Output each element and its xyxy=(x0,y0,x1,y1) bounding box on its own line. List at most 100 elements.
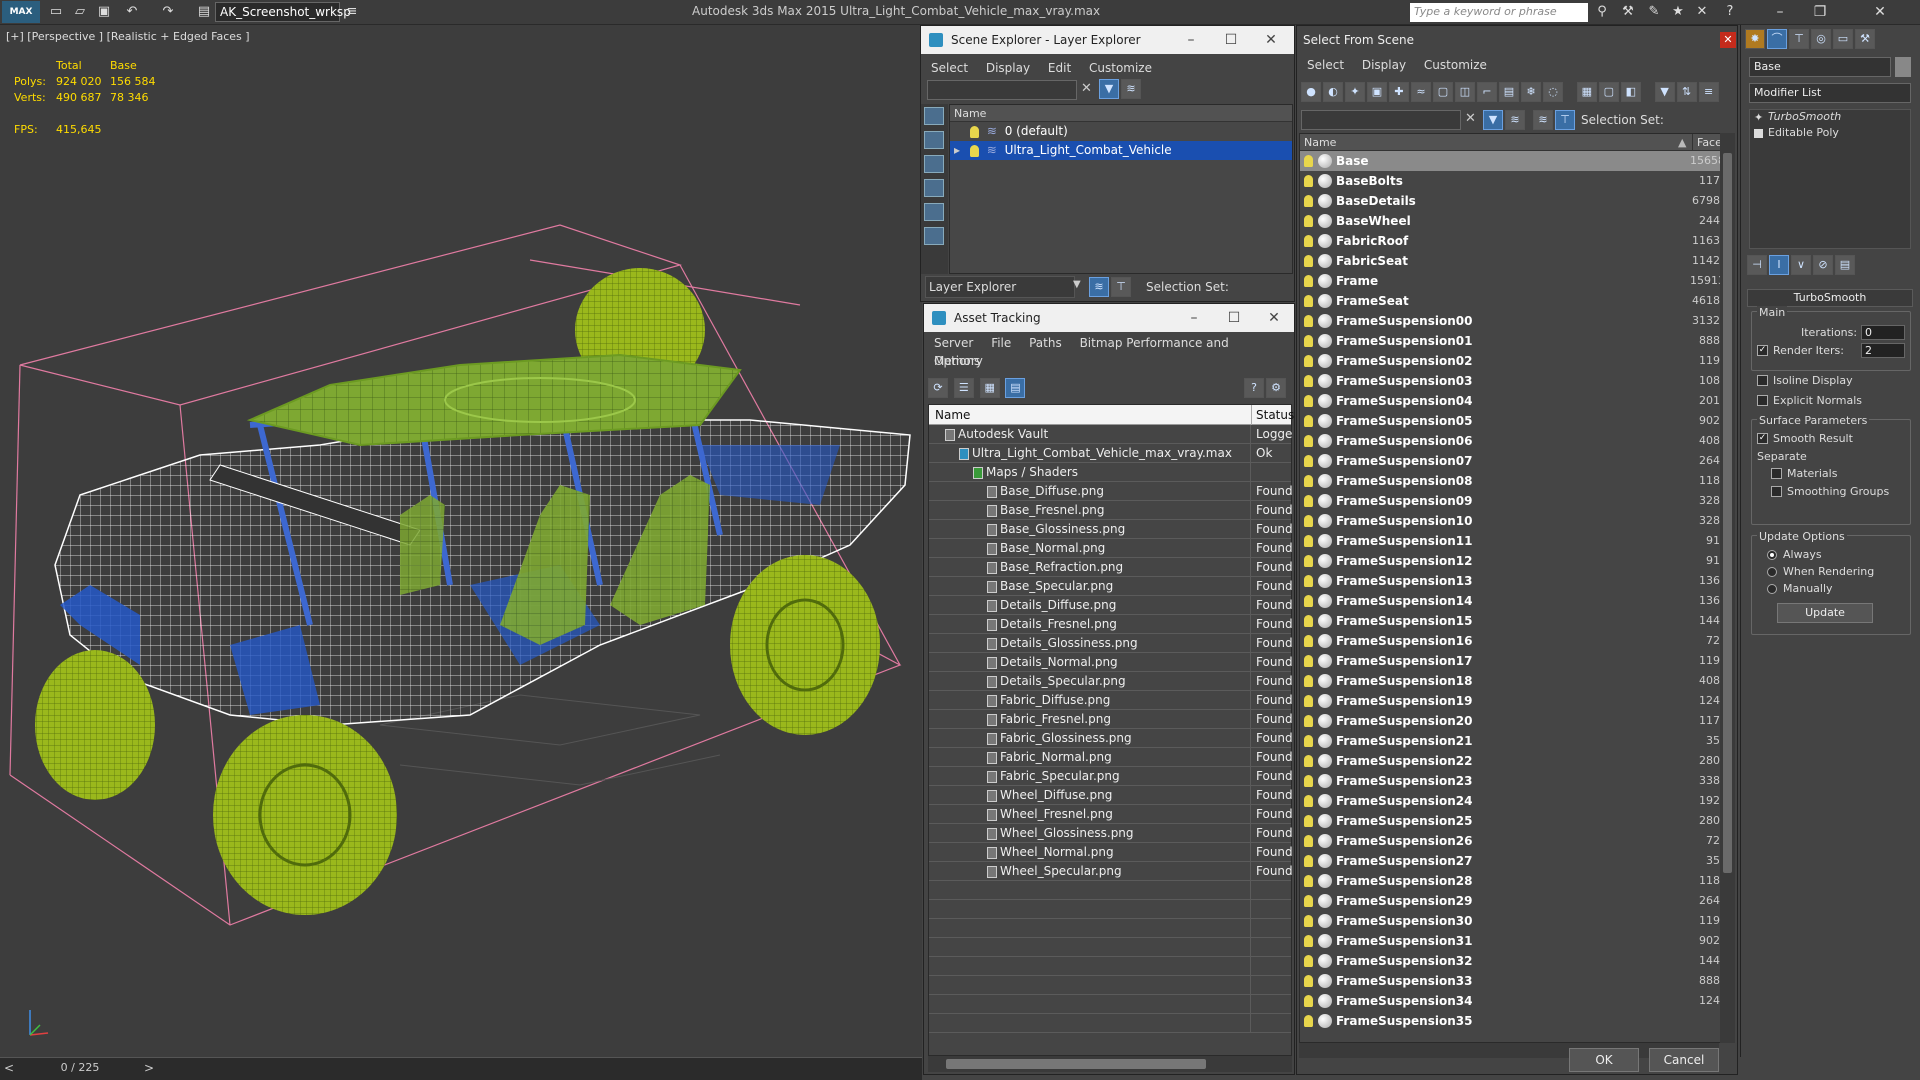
object-row[interactable]: FrameSuspension03 108 xyxy=(1300,371,1734,391)
maximize-button[interactable]: ❐ xyxy=(1800,2,1840,23)
modify-tab-icon[interactable]: ⌒ xyxy=(1767,29,1787,49)
object-row[interactable]: BaseDetails 6798 xyxy=(1300,191,1734,211)
hidden-filter-icon[interactable]: ◌ xyxy=(1543,82,1563,102)
refresh-icon[interactable]: ⟳ xyxy=(928,378,948,398)
object-row[interactable]: FrameSuspension21 35 xyxy=(1300,731,1734,751)
asset-row[interactable]: Details_Fresnel.png Found xyxy=(929,615,1292,634)
spacewarp-filter-icon[interactable]: ≈ xyxy=(1411,82,1431,102)
prev-frame-icon[interactable]: < xyxy=(4,1061,14,1075)
select-invert-icon[interactable]: ◧ xyxy=(1620,82,1641,102)
camera-filter-icon[interactable]: ▣ xyxy=(1367,82,1387,102)
object-row[interactable]: FrameSuspension05 902 xyxy=(1300,411,1734,431)
container-filter-icon[interactable]: ▤ xyxy=(1499,82,1519,102)
light-bulb-icon[interactable] xyxy=(1304,315,1313,327)
frame-counter[interactable]: 0 / 225 xyxy=(40,1061,120,1079)
workspace-dropdown[interactable]: AK_Screenshot_wrksp xyxy=(215,2,351,22)
layer-row-selected[interactable]: ▸ ≋ Ultra_Light_Combat_Vehicle xyxy=(950,141,1292,160)
light-bulb-icon[interactable] xyxy=(1304,675,1313,687)
object-row[interactable]: FrameSuspension34 124 xyxy=(1300,991,1734,1011)
table-view-icon[interactable]: ▤ xyxy=(1005,378,1026,398)
asset-tracking-titlebar[interactable]: Asset Tracking – ☐ ✕ xyxy=(924,304,1294,332)
isoline-display-checkbox[interactable] xyxy=(1757,375,1768,386)
object-row[interactable]: BaseBolts 117 xyxy=(1300,171,1734,191)
redo-icon[interactable]: ↷ xyxy=(160,4,176,20)
light-bulb-icon[interactable] xyxy=(1304,335,1313,347)
object-row[interactable]: FabricSeat 1142 xyxy=(1300,251,1734,271)
object-row[interactable]: FrameSeat 4618 xyxy=(1300,291,1734,311)
object-row[interactable]: FrameSuspension13 136 xyxy=(1300,571,1734,591)
filter-icon[interactable]: ▼ xyxy=(1099,79,1119,99)
asset-row[interactable]: Maps / Shaders xyxy=(929,463,1291,482)
search-input[interactable]: Type a keyword or phrase xyxy=(1410,3,1588,22)
column-header-name[interactable]: Name xyxy=(935,405,970,425)
light-bulb-icon[interactable] xyxy=(1304,895,1313,907)
xref-filter-icon[interactable]: ◫ xyxy=(1455,82,1475,102)
object-row[interactable]: FrameSuspension04 201 xyxy=(1300,391,1734,411)
light-bulb-icon[interactable] xyxy=(1304,855,1313,867)
light-bulb-icon[interactable] xyxy=(1304,815,1313,827)
turbosmooth-rollout-header[interactable]: TurboSmooth xyxy=(1747,289,1913,307)
light-bulb-icon[interactable] xyxy=(1304,155,1313,167)
close-button[interactable]: ✕ xyxy=(1251,26,1291,54)
close-button[interactable]: ✕ xyxy=(1254,304,1294,332)
light-bulb-icon[interactable] xyxy=(1304,515,1313,527)
menu-file[interactable]: File xyxy=(991,336,1011,350)
help-icon[interactable]: ? xyxy=(1722,4,1738,20)
light-bulb-icon[interactable] xyxy=(1304,635,1313,647)
asset-row[interactable]: Wheel_Glossiness.png Found xyxy=(929,824,1292,843)
object-row[interactable]: FrameSuspension19 124 xyxy=(1300,691,1734,711)
object-row[interactable]: FrameSuspension07 264 xyxy=(1300,451,1734,471)
scrollbar-thumb[interactable] xyxy=(946,1059,1206,1069)
light-bulb-icon[interactable] xyxy=(1304,355,1313,367)
cancel-button[interactable]: Cancel xyxy=(1649,1048,1719,1072)
render-iters-checkbox[interactable]: ✓ xyxy=(1757,345,1768,356)
asset-row[interactable]: Wheel_Diffuse.png Found xyxy=(929,786,1292,805)
menu-server[interactable]: Server xyxy=(934,336,973,350)
communication-icon[interactable]: ✎ xyxy=(1646,4,1662,20)
pin-stack-icon[interactable]: ⊣ xyxy=(1747,255,1767,275)
object-row[interactable]: FrameSuspension26 72 xyxy=(1300,831,1734,851)
object-row[interactable]: FrameSuspension20 117 xyxy=(1300,711,1734,731)
asset-row[interactable]: Base_Diffuse.png Found xyxy=(929,482,1292,501)
object-row[interactable]: FrameSuspension27 35 xyxy=(1300,851,1734,871)
light-bulb-icon[interactable] xyxy=(1304,215,1313,227)
select-from-scene-titlebar[interactable]: Select From Scene ✕ xyxy=(1297,26,1737,54)
shape-filter-icon[interactable]: ◐ xyxy=(1323,82,1343,102)
show-end-result-icon[interactable]: I xyxy=(1769,255,1789,275)
asset-row[interactable]: Base_Normal.png Found xyxy=(929,539,1292,558)
asset-row[interactable]: Fabric_Diffuse.png Found xyxy=(929,691,1292,710)
favorites-icon[interactable]: ★ xyxy=(1670,4,1686,20)
asset-row[interactable]: Details_Glossiness.png Found xyxy=(929,634,1292,653)
render-iters-spinner[interactable]: 2 xyxy=(1861,343,1905,358)
display-helpers-icon[interactable] xyxy=(924,227,944,245)
object-name-field[interactable]: Base xyxy=(1749,57,1891,77)
light-bulb-icon[interactable] xyxy=(1304,415,1313,427)
object-row[interactable]: FrameSuspension14 136 xyxy=(1300,591,1734,611)
asset-row[interactable]: Details_Diffuse.png Found xyxy=(929,596,1292,615)
smooth-result-checkbox[interactable]: ✓ xyxy=(1757,433,1768,444)
layers-mode-icon[interactable]: ≋ xyxy=(1533,110,1553,130)
modifier-stack-item[interactable]: ✦ TurboSmooth xyxy=(1750,110,1910,126)
object-row[interactable]: FrameSuspension12 91 xyxy=(1300,551,1734,571)
asset-row[interactable]: Wheel_Specular.png Found xyxy=(929,862,1292,881)
select-none-icon[interactable]: ▢ xyxy=(1598,82,1619,102)
scene-explorer-titlebar[interactable]: Scene Explorer - Layer Explorer – ☐ ✕ xyxy=(921,26,1294,54)
x-icon[interactable]: ✕ xyxy=(1694,4,1710,20)
viewport-label[interactable]: [+] [Perspective ] [Realistic + Edged Fa… xyxy=(6,30,250,43)
sort-arrow-icon[interactable]: ▲ xyxy=(1678,134,1686,151)
light-bulb-icon[interactable] xyxy=(1304,615,1313,627)
column-header-name[interactable]: Name xyxy=(1304,136,1336,149)
menu-edit[interactable]: Edit xyxy=(1048,61,1071,75)
maximize-button[interactable]: ☐ xyxy=(1211,26,1251,54)
save-icon[interactable]: ▣ xyxy=(96,4,112,20)
light-bulb-icon[interactable] xyxy=(1304,575,1313,587)
modifier-list-dropdown[interactable]: Modifier List xyxy=(1749,83,1911,103)
light-bulb-icon[interactable] xyxy=(969,144,979,157)
object-row[interactable]: FrameSuspension01 888 xyxy=(1300,331,1734,351)
object-row[interactable]: FrameSuspension00 3132 xyxy=(1300,311,1734,331)
display-lights-icon[interactable] xyxy=(924,179,944,197)
bone-filter-icon[interactable]: ⌐ xyxy=(1477,82,1497,102)
project-folder-icon[interactable]: ▤ xyxy=(196,4,212,20)
asset-row[interactable]: Base_Refraction.png Found xyxy=(929,558,1292,577)
new-file-icon[interactable]: ▭ xyxy=(48,4,64,20)
